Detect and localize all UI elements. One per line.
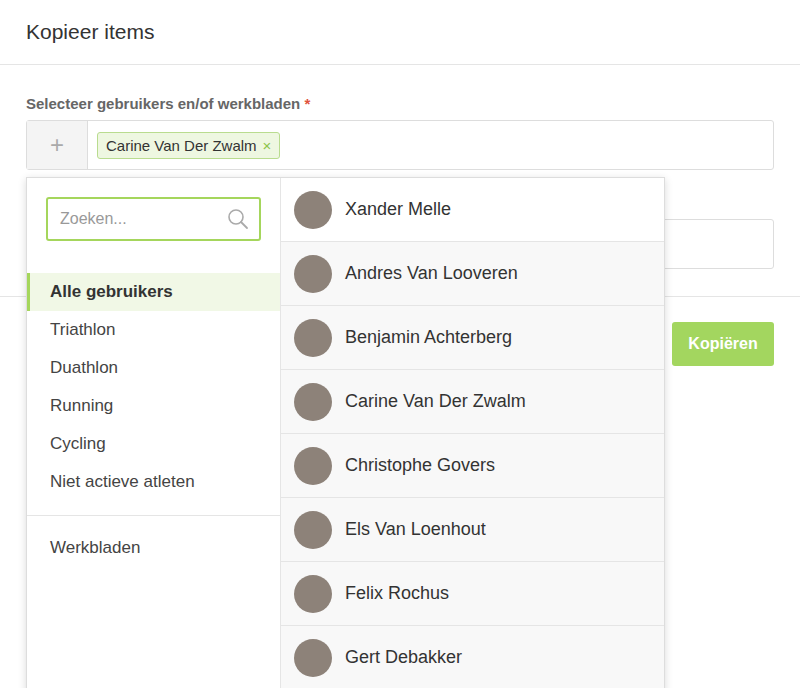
user-row[interactable]: Gert Debakker: [281, 626, 664, 688]
dialog-body: Selecteer gebruikers en/of werkbladen * +…: [0, 65, 800, 366]
user-row[interactable]: Els Van Loenhout: [281, 498, 664, 562]
user-list: Xander Melle Andres Van Looveren Benjamin …: [281, 178, 664, 688]
selected-tag: Carine Van Der Zwalm ×: [97, 132, 280, 159]
group-item[interactable]: Triathlon: [27, 311, 280, 349]
avatar-photo: [294, 575, 332, 613]
user-row[interactable]: Xander Melle: [281, 178, 664, 242]
group-item[interactable]: Niet actieve atleten: [27, 463, 280, 501]
user-name: Carine Van Der Zwalm: [345, 391, 526, 412]
user-row[interactable]: Christophe Govers: [281, 434, 664, 498]
group-item[interactable]: Duathlon: [27, 349, 280, 387]
remove-tag-icon[interactable]: ×: [263, 137, 272, 154]
user-name: Felix Rochus: [345, 583, 449, 604]
field-wrapper: +Carine Van Der Zwalm×Zoeken...Alle gebr…: [26, 120, 774, 269]
avatar-photo: [294, 319, 332, 357]
tag-label: Carine Van Der Zwalm: [106, 137, 257, 154]
dialog-title: Kopieer items: [0, 0, 800, 65]
group-item[interactable]: Cycling: [27, 425, 280, 463]
user-select-field[interactable]: + Carine Van Der Zwalm ×: [26, 120, 774, 170]
user-name: Els Van Loenhout: [345, 519, 486, 540]
search-input[interactable]: Zoeken...: [46, 197, 261, 241]
search-icon: [227, 208, 249, 230]
selected-tags: Carine Van Der Zwalm ×: [88, 121, 289, 169]
avatar-photo: [294, 383, 332, 421]
user-row[interactable]: Carine Van Der Zwalm: [281, 370, 664, 434]
add-icon[interactable]: +: [27, 121, 88, 169]
user-row[interactable]: Andres Van Looveren: [281, 242, 664, 306]
group-list: Alle gebruikersTriathlonDuathlonRunningC…: [27, 273, 280, 501]
avatar-photo: [294, 511, 332, 549]
dropdown-sidebar: Zoeken... Alle gebruikersTriathlonDuathlo…: [27, 178, 281, 688]
avatar-photo: [294, 191, 332, 229]
group-item[interactable]: Running: [27, 387, 280, 425]
worksheets-item[interactable]: Werkbladen: [27, 529, 280, 567]
user-name: Christophe Govers: [345, 455, 495, 476]
search-placeholder: Zoeken...: [60, 210, 127, 228]
copy-button[interactable]: Kopiëren: [672, 322, 774, 366]
required-mark: *: [304, 95, 310, 112]
user-name: Gert Debakker: [345, 647, 462, 668]
user-dropdown: Zoeken... Alle gebruikersTriathlonDuathlo…: [26, 177, 665, 688]
avatar-photo: [294, 447, 332, 485]
user-row[interactable]: Felix Rochus: [281, 562, 664, 626]
user-name: Benjamin Achterberg: [345, 327, 512, 348]
avatar-photo: [294, 255, 332, 293]
field-label: Selecteer gebruikers en/of werkbladen *: [26, 95, 774, 113]
copy-items-dialog: Kopieer itemsSelecteer gebruikers en/of …: [0, 0, 800, 688]
user-name: Xander Melle: [345, 199, 451, 220]
user-name: Andres Van Looveren: [345, 263, 518, 284]
user-row[interactable]: Benjamin Achterberg: [281, 306, 664, 370]
group-item[interactable]: Alle gebruikers: [27, 273, 280, 311]
avatar-photo: [294, 639, 332, 677]
sidebar-divider: [27, 515, 280, 516]
